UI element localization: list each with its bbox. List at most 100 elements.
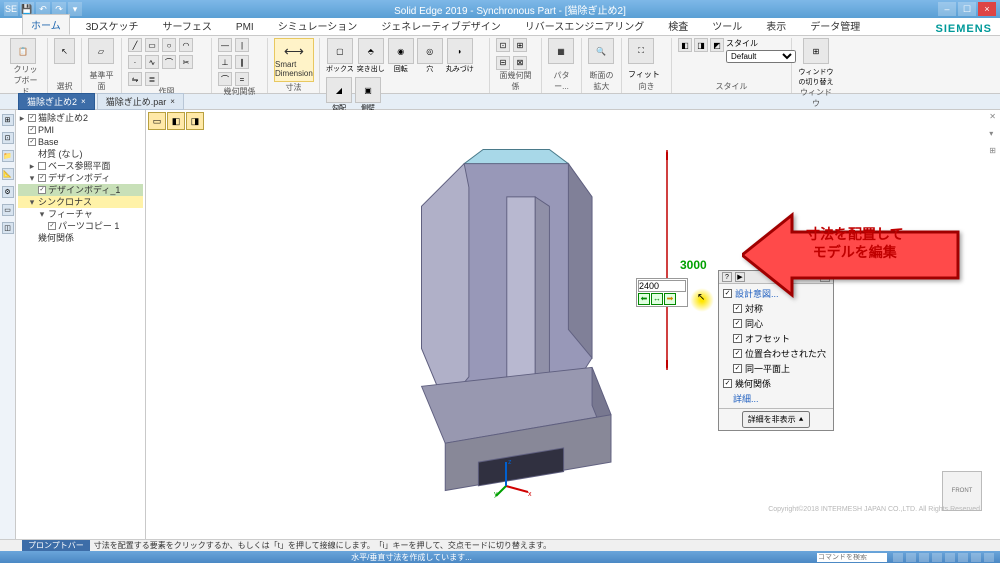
- view-cube[interactable]: FRONT: [942, 471, 982, 511]
- vp-opt2-icon[interactable]: ⊞: [989, 146, 996, 155]
- qat-dropdown-icon[interactable]: ▾: [68, 2, 82, 16]
- revolve-icon[interactable]: ◉: [388, 38, 414, 64]
- tab-reverse[interactable]: リバースエンジニアリング: [517, 16, 653, 35]
- dock-tab-3[interactable]: 📁: [2, 150, 14, 162]
- dock-tab-4[interactable]: 📐: [2, 168, 14, 180]
- sb-icon-8[interactable]: [984, 553, 994, 562]
- plane-icon[interactable]: ▱: [88, 38, 114, 64]
- lr-help-icon[interactable]: ?: [722, 272, 732, 282]
- box-icon[interactable]: ▢: [327, 38, 353, 64]
- round-icon[interactable]: ◗: [447, 38, 473, 64]
- lr-item-symmetric[interactable]: 対称: [745, 302, 763, 315]
- point-icon[interactable]: ·: [128, 55, 142, 69]
- offset2d-icon[interactable]: ≣: [145, 72, 159, 86]
- tab-home[interactable]: ホーム: [22, 14, 70, 35]
- dimension-value[interactable]: 3000: [680, 258, 707, 272]
- dim-dir-right-icon[interactable]: ➡: [664, 293, 676, 305]
- style2-icon[interactable]: ◨: [694, 38, 708, 52]
- sb-icon-1[interactable]: [893, 553, 903, 562]
- mirror2d-icon[interactable]: ⇋: [128, 72, 142, 86]
- tree-base[interactable]: Base: [38, 136, 59, 148]
- sb-icon-5[interactable]: [945, 553, 955, 562]
- tree-features[interactable]: フィーチャ: [48, 208, 93, 220]
- sb-icon-4[interactable]: [932, 553, 942, 562]
- rel1-icon[interactable]: ⊡: [496, 38, 510, 52]
- doc-tab-active[interactable]: 猫除ぎ止め2×: [18, 93, 95, 110]
- dock-tab-1[interactable]: ⊞: [2, 114, 14, 126]
- extrude-icon[interactable]: ⬘: [358, 38, 384, 64]
- maximize-button[interactable]: ☐: [958, 2, 976, 16]
- lr-item-offset[interactable]: オフセット: [745, 332, 790, 345]
- tab-pmi[interactable]: PMI: [228, 20, 262, 35]
- paste-icon[interactable]: 📋: [10, 38, 36, 64]
- style3-icon[interactable]: ◩: [710, 38, 724, 52]
- arc-icon[interactable]: ◠: [179, 38, 193, 52]
- app-menu-button[interactable]: SE: [4, 2, 18, 16]
- draft-icon[interactable]: ◢: [326, 77, 352, 103]
- tab-tools[interactable]: ツール: [704, 16, 750, 35]
- dock-tab-7[interactable]: ◫: [2, 222, 14, 234]
- tree-synchronous[interactable]: シンクロナス: [38, 196, 92, 208]
- lr-item-coplanar[interactable]: 同一平面上: [745, 362, 790, 375]
- selfilter-2-icon[interactable]: ◧: [167, 112, 185, 130]
- tab-simulation[interactable]: シミュレーション: [270, 16, 366, 35]
- vp-close-icon[interactable]: ✕: [989, 112, 996, 121]
- tree-design-body[interactable]: デザインボディ: [48, 172, 110, 184]
- close-icon[interactable]: ×: [81, 97, 86, 106]
- equal-icon[interactable]: =: [235, 72, 249, 86]
- close-button[interactable]: ×: [978, 2, 996, 16]
- rel2-icon[interactable]: ⊞: [513, 38, 527, 52]
- perp-icon[interactable]: ⊥: [218, 55, 232, 69]
- sb-icon-2[interactable]: [906, 553, 916, 562]
- dim-dir-both-icon[interactable]: ↔: [651, 293, 663, 305]
- line-icon[interactable]: ╱: [128, 38, 142, 52]
- trim-icon[interactable]: ✂: [179, 55, 193, 69]
- lr-item-detail[interactable]: 詳細...: [733, 392, 759, 405]
- rel4-icon[interactable]: ⊠: [513, 56, 527, 70]
- tangent-icon[interactable]: ⌒: [218, 72, 232, 86]
- tab-generative[interactable]: ジェネレーティブデザイン: [373, 16, 508, 35]
- pattern-icon[interactable]: ▦: [548, 38, 574, 64]
- tree-part-copy[interactable]: パーツコピー 1: [58, 220, 119, 232]
- selfilter-1-icon[interactable]: ▭: [148, 112, 166, 130]
- tree-ref-planes[interactable]: ベース参照平面: [48, 160, 111, 172]
- tree-design-body-1[interactable]: デザインボディ_1: [48, 184, 120, 196]
- style-select[interactable]: Default: [726, 50, 796, 63]
- 3d-viewport[interactable]: ▭ ◧ ◨ ✕ ▾ ⊞: [146, 110, 1000, 539]
- hole-icon[interactable]: ◎: [417, 38, 443, 64]
- lr-hide-detail-button[interactable]: 詳細を非表示 ⯅: [742, 411, 811, 428]
- selfilter-3-icon[interactable]: ◨: [186, 112, 204, 130]
- lr-item-aligned-holes[interactable]: 位置合わせされた穴: [745, 347, 826, 360]
- fillet2d-icon[interactable]: ⌒: [162, 55, 176, 69]
- tree-pmi[interactable]: PMI: [38, 124, 54, 136]
- dimension-input[interactable]: [638, 280, 686, 292]
- parallel-icon[interactable]: ∥: [235, 55, 249, 69]
- sb-icon-3[interactable]: [919, 553, 929, 562]
- doc-tab-inactive[interactable]: 猫除ぎ止め.par×: [97, 93, 184, 110]
- select-icon[interactable]: ↖: [54, 38, 75, 64]
- sb-icon-7[interactable]: [971, 553, 981, 562]
- command-finder-input[interactable]: [817, 553, 887, 562]
- tab-inspect[interactable]: 検査: [660, 16, 696, 35]
- minimize-button[interactable]: –: [938, 2, 956, 16]
- pathfinder-tree[interactable]: ▸✓猫除ぎ止め2 ✓PMI ✓Base 材質 (なし) ▸ベース参照平面 ▾✓デ…: [16, 110, 146, 539]
- vp-opt1-icon[interactable]: ▾: [989, 129, 996, 138]
- tree-root[interactable]: 猫除ぎ止め2: [38, 112, 88, 124]
- vert-icon[interactable]: |: [235, 38, 249, 52]
- tab-3dsketch[interactable]: 3Dスケッチ: [78, 16, 147, 35]
- tree-material[interactable]: 材質 (なし): [38, 148, 83, 160]
- dock-tab-5[interactable]: ⚙: [2, 186, 14, 198]
- circle-icon[interactable]: ○: [162, 38, 176, 52]
- smart-dimension-button[interactable]: ⟷Smart Dimension: [274, 38, 314, 82]
- tree-relations[interactable]: 幾何関係: [38, 232, 74, 244]
- tab-data[interactable]: データ管理: [802, 16, 868, 35]
- dock-tab-2[interactable]: ⊡: [2, 132, 14, 144]
- lr-item-concentric[interactable]: 同心: [745, 317, 763, 330]
- rect-icon[interactable]: ▭: [145, 38, 159, 52]
- rel3-icon[interactable]: ⊟: [496, 56, 510, 70]
- zoom-region-icon[interactable]: 🔍: [588, 38, 614, 64]
- curve-icon[interactable]: ∿: [145, 55, 159, 69]
- dock-tab-6[interactable]: ▭: [2, 204, 14, 216]
- tab-surface[interactable]: サーフェス: [155, 16, 220, 35]
- lr-item-geom-rel[interactable]: 幾何関係: [735, 377, 771, 390]
